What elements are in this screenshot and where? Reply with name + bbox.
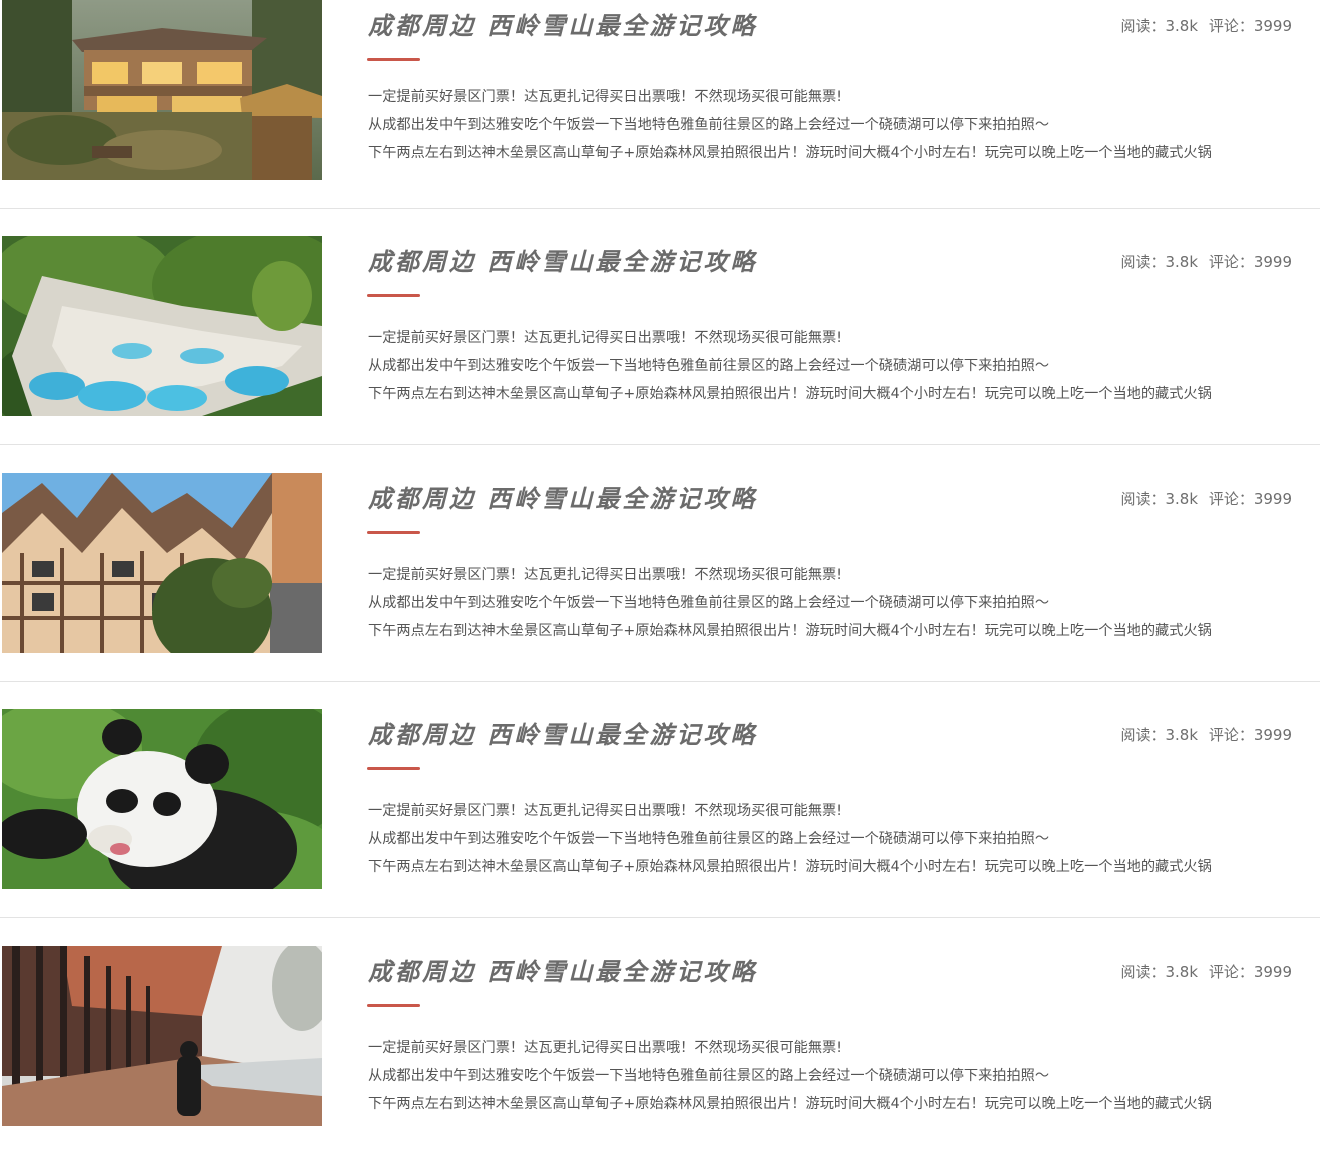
article-thumbnail-pools[interactable]: [2, 236, 322, 416]
read-count: 阅读：3.8k: [1120, 253, 1199, 271]
villa-photo: [2, 0, 322, 180]
article-summary: 一定提前买好景区门票！达瓦更扎记得买日出票哦！不然现场买很可能無票! 从成都出发…: [368, 561, 1318, 645]
divider: [0, 917, 1320, 918]
title-accent-bar: [367, 531, 420, 534]
article-summary: 一定提前买好景区门票！达瓦更扎记得买日出票哦！不然现场买很可能無票! 从成都出发…: [368, 83, 1318, 167]
summary-line: 下午两点左右到达神木垒景区高山草甸子+原始森林风景拍照很出片！游玩时间大概4个小…: [368, 145, 1212, 161]
summary-line: 一定提前买好景区门票！达瓦更扎记得买日出票哦！不然现场买很可能無票!: [368, 89, 842, 105]
read-count: 阅读：3.8k: [1120, 490, 1199, 508]
article-title[interactable]: 成都周边 西岭雪山最全游记攻略: [368, 715, 757, 750]
article-title[interactable]: 成都周边 西岭雪山最全游记攻略: [368, 242, 757, 277]
panda-photo: [2, 709, 322, 889]
summary-line: 从成都出发中午到达雅安吃个午饭尝一下当地特色雅鱼前往景区的路上会经过一个硗碛湖可…: [368, 358, 1050, 374]
comment-count: 评论：3999: [1208, 490, 1292, 508]
article-summary: 一定提前买好景区门票！达瓦更扎记得买日出票哦！不然现场买很可能無票! 从成都出发…: [368, 324, 1318, 408]
title-accent-bar: [367, 58, 420, 61]
article-item[interactable]: 成都周边 西岭雪山最全游记攻略 阅读：3.8k 评论：3999 一定提前买好景区…: [0, 0, 1322, 208]
summary-line: 一定提前买好景区门票！达瓦更扎记得买日出票哦！不然现场买很可能無票!: [368, 803, 842, 819]
article-stats: 阅读：3.8k 评论：3999: [1120, 488, 1292, 509]
article-thumbnail-timber-house[interactable]: [2, 473, 322, 653]
article-item[interactable]: 成都周边 西岭雪山最全游记攻略 阅读：3.8k 评论：3999 一定提前买好景区…: [0, 473, 1322, 681]
divider: [0, 681, 1320, 682]
article-summary: 一定提前买好景区门票！达瓦更扎记得买日出票哦！不然现场买很可能無票! 从成都出发…: [368, 797, 1318, 881]
article-title[interactable]: 成都周边 西岭雪山最全游记攻略: [368, 952, 757, 987]
summary-line: 从成都出发中午到达雅安吃个午饭尝一下当地特色雅鱼前往景区的路上会经过一个硗碛湖可…: [368, 1068, 1050, 1084]
read-count: 阅读：3.8k: [1120, 963, 1199, 981]
article-title[interactable]: 成都周边 西岭雪山最全游记攻略: [368, 6, 757, 41]
forest-path-photo: [2, 946, 322, 1126]
comment-count: 评论：3999: [1208, 963, 1292, 981]
summary-line: 一定提前买好景区门票！达瓦更扎记得买日出票哦！不然现场买很可能無票!: [368, 1040, 842, 1056]
comment-count: 评论：3999: [1208, 17, 1292, 35]
summary-line: 下午两点左右到达神木垒景区高山草甸子+原始森林风景拍照很出片！游玩时间大概4个小…: [368, 1096, 1212, 1112]
summary-line: 下午两点左右到达神木垒景区高山草甸子+原始森林风景拍照很出片！游玩时间大概4个小…: [368, 623, 1212, 639]
article-item[interactable]: 成都周边 西岭雪山最全游记攻略 阅读：3.8k 评论：3999 一定提前买好景区…: [0, 709, 1322, 917]
timber-house-photo: [2, 473, 322, 653]
summary-line: 从成都出发中午到达雅安吃个午饭尝一下当地特色雅鱼前往景区的路上会经过一个硗碛湖可…: [368, 595, 1050, 611]
comment-count: 评论：3999: [1208, 726, 1292, 744]
divider: [0, 208, 1320, 209]
article-item[interactable]: 成都周边 西岭雪山最全游记攻略 阅读：3.8k 评论：3999 一定提前买好景区…: [0, 236, 1322, 444]
summary-line: 从成都出发中午到达雅安吃个午饭尝一下当地特色雅鱼前往景区的路上会经过一个硗碛湖可…: [368, 117, 1050, 133]
article-thumbnail-forest-path[interactable]: [2, 946, 322, 1126]
article-stats: 阅读：3.8k 评论：3999: [1120, 251, 1292, 272]
title-accent-bar: [367, 1004, 420, 1007]
summary-line: 下午两点左右到达神木垒景区高山草甸子+原始森林风景拍照很出片！游玩时间大概4个小…: [368, 859, 1212, 875]
read-count: 阅读：3.8k: [1120, 726, 1199, 744]
article-title[interactable]: 成都周边 西岭雪山最全游记攻略: [368, 479, 757, 514]
summary-line: 一定提前买好景区门票！达瓦更扎记得买日出票哦！不然现场买很可能無票!: [368, 567, 842, 583]
comment-count: 评论：3999: [1208, 253, 1292, 271]
summary-line: 下午两点左右到达神木垒景区高山草甸子+原始森林风景拍照很出片！游玩时间大概4个小…: [368, 386, 1212, 402]
article-stats: 阅读：3.8k 评论：3999: [1120, 961, 1292, 982]
pools-photo: [2, 236, 322, 416]
article-stats: 阅读：3.8k 评论：3999: [1120, 724, 1292, 745]
article-summary: 一定提前买好景区门票！达瓦更扎记得买日出票哦！不然现场买很可能無票! 从成都出发…: [368, 1034, 1318, 1118]
summary-line: 一定提前买好景区门票！达瓦更扎记得买日出票哦！不然现场买很可能無票!: [368, 330, 842, 346]
article-stats: 阅读：3.8k 评论：3999: [1120, 15, 1292, 36]
article-item[interactable]: 成都周边 西岭雪山最全游记攻略 阅读：3.8k 评论：3999 一定提前买好景区…: [0, 946, 1322, 1154]
summary-line: 从成都出发中午到达雅安吃个午饭尝一下当地特色雅鱼前往景区的路上会经过一个硗碛湖可…: [368, 831, 1050, 847]
divider: [0, 444, 1320, 445]
article-thumbnail-panda[interactable]: [2, 709, 322, 889]
title-accent-bar: [367, 294, 420, 297]
article-thumbnail-villa[interactable]: [2, 0, 322, 180]
title-accent-bar: [367, 767, 420, 770]
read-count: 阅读：3.8k: [1120, 17, 1199, 35]
